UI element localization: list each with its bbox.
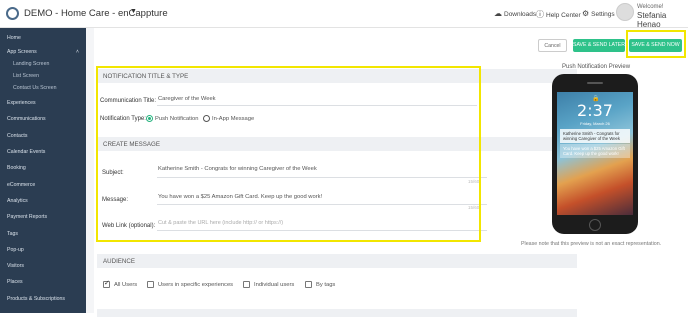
sidebar-item-analytics[interactable]: Analytics [7,198,28,204]
all-users-label[interactable]: All Users [114,282,137,288]
sidebar-item-contact-us-screen[interactable]: Contact Us Screen [13,85,57,91]
app-logo-icon [6,7,19,20]
all-users-checkbox[interactable] [103,279,110,288]
preview-date: Friday, March 26 [580,121,610,126]
sidebar-item-pop-up[interactable]: Pop-up [7,247,24,253]
sidebar-item-visitors[interactable]: Visitors [7,263,24,269]
highlight-box-form [96,66,481,242]
chevron-down-icon[interactable]: ▼ [130,8,137,15]
sidebar-item-experiences[interactable]: Experiences [7,100,36,106]
preview-notification-body: You have won a $25 Amazon Gift Card. Kee… [560,144,630,158]
help-center-label: Help Center [546,12,581,19]
specific-experiences-checkbox[interactable] [147,281,154,288]
sidebar-item-tags[interactable]: Tags [7,231,18,237]
phone-screen: 🔒 2:37 Friday, March 26 Katherine Smith … [557,92,633,215]
preview-notification-title: Katherine Smith - Congrats for winning C… [560,129,630,143]
sidebar-item-list-screen[interactable]: List Screen [13,73,39,79]
cancel-button[interactable]: Cancel [538,39,567,52]
sidebar-item-contacts[interactable]: Contacts [7,133,27,139]
individual-users-label[interactable]: Individual users [254,282,294,288]
welcome-text: Welcome! [637,4,664,10]
highlight-box-send-now [626,30,686,58]
phone-preview: 🔒 2:37 Friday, March 26 Katherine Smith … [552,74,638,234]
save-send-later-button[interactable]: SAVE & SEND LATER [573,39,625,52]
sidebar-item-app-screens[interactable]: App Screens [7,49,37,55]
chevron-up-icon[interactable]: ˄ [76,49,79,55]
sidebar-item-landing-screen[interactable]: Landing Screen [13,61,49,67]
settings-label: Settings [591,11,615,18]
help-icon: ⓘ [536,10,544,19]
help-center-link[interactable]: ⓘ Help Center [536,9,581,20]
by-tags-checkbox[interactable] [305,281,312,288]
sidebar-item-products-subscriptions[interactable]: Products & Subscriptions [7,296,65,302]
home-button-icon [589,219,601,231]
downloads-label: Downloads [504,11,537,18]
username[interactable]: Stefania Henao [637,11,688,29]
settings-link[interactable]: ⚙ Settings [582,9,615,18]
preview-time: 2:37 [577,101,613,120]
app-title[interactable]: DEMO - Home Care - enCappture [24,8,168,19]
next-section-heading [97,309,577,317]
gutter [86,28,94,313]
preview-note: Please note that this preview is not an … [521,241,662,247]
sidebar-item-calendar-events[interactable]: Calendar Events [7,149,45,155]
cloud-download-icon: ☁ [494,9,502,18]
phone-speaker [587,82,603,84]
audience-section: AUDIENCE All Users Users in specific exp… [97,254,577,317]
sidebar-item-places[interactable]: Places [7,279,23,285]
avatar[interactable] [616,3,634,21]
sidebar-item-communications[interactable]: Communications [7,116,46,122]
sidebar-item-booking[interactable]: Booking [7,165,26,171]
gear-icon: ⚙ [582,9,590,18]
top-bar: DEMO - Home Care - enCappture ▼ ☁ Downloa… [0,0,688,29]
sidebar-item-home[interactable]: Home [7,35,21,41]
by-tags-label[interactable]: By tags [316,282,335,288]
sidebar: Home App Screens ˄ Landing Screen List S… [0,28,86,313]
individual-users-checkbox[interactable] [243,281,250,288]
downloads-link[interactable]: ☁ Downloads [494,9,536,18]
sidebar-item-ecommerce[interactable]: eCommerce [7,182,35,188]
audience-section-heading: AUDIENCE [97,254,577,268]
preview-title: Push Notification Preview [562,64,631,70]
specific-experiences-label[interactable]: Users in specific experiences [158,282,233,288]
sidebar-item-payment-reports[interactable]: Payment Reports [7,214,47,220]
